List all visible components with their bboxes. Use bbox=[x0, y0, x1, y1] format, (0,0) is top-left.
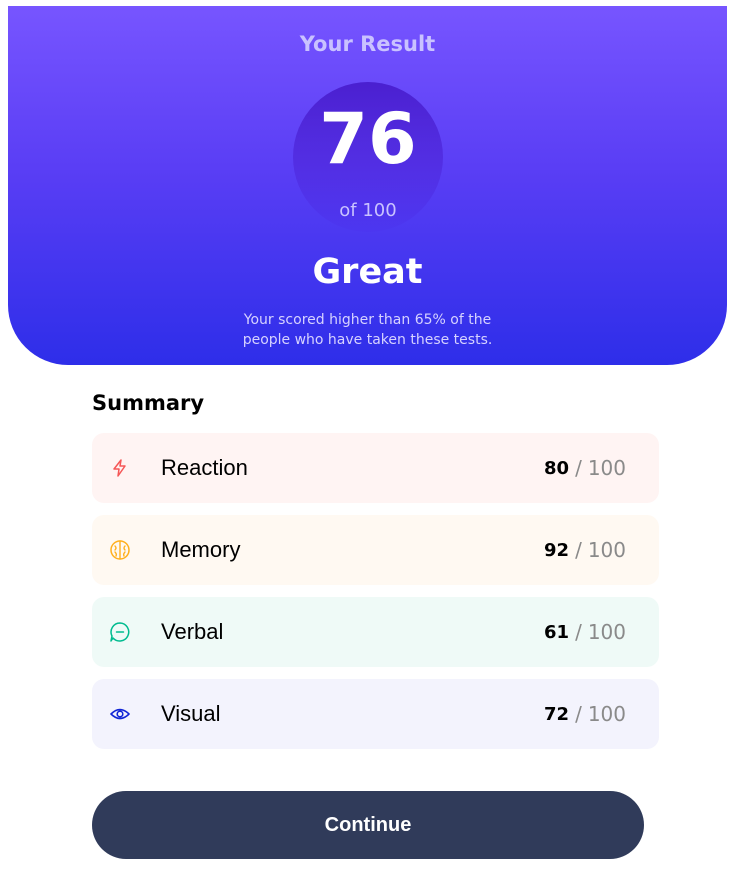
result-heading: Your Result bbox=[299, 32, 436, 56]
summary-item-memory: Memory 92 / 100 bbox=[92, 515, 659, 585]
rating-description: Your scored higher than 65% of the peopl… bbox=[242, 312, 493, 348]
summary-item-score: 80 bbox=[544, 457, 570, 479]
summary-item-reaction: Reaction 80 / 100 bbox=[92, 433, 659, 503]
summary-item-score-group: 72 / 100 bbox=[544, 679, 626, 749]
rating-title: Great bbox=[312, 252, 423, 292]
score-max-label: of 100 bbox=[339, 200, 397, 221]
brain-icon bbox=[108, 538, 132, 562]
summary-item-label: Memory bbox=[161, 537, 241, 562]
summary-section: Summary Reaction 80 / 100 Memory 92 / 10… bbox=[92, 388, 659, 761]
summary-item-score-group: 80 / 100 bbox=[544, 433, 626, 503]
summary-item-score: 72 bbox=[544, 703, 570, 725]
summary-item-max: 100 bbox=[587, 702, 626, 726]
score-separator: / bbox=[575, 620, 582, 644]
summary-item-visual: Visual 72 / 100 bbox=[92, 679, 659, 749]
score-circle: 76 of 100 bbox=[293, 82, 443, 232]
summary-item-label: Verbal bbox=[161, 619, 224, 644]
score-value: 76 bbox=[319, 98, 417, 180]
score-separator: / bbox=[575, 456, 582, 480]
summary-item-label: Visual bbox=[161, 701, 221, 726]
score-separator: / bbox=[575, 702, 582, 726]
result-panel: Your Result 76 of 100 Great Your scored … bbox=[8, 6, 727, 365]
eye-icon bbox=[108, 702, 132, 726]
score-separator: / bbox=[575, 538, 582, 562]
summary-item-max: 100 bbox=[587, 538, 626, 562]
lightning-icon bbox=[108, 456, 132, 480]
summary-item-verbal: Verbal 61 / 100 bbox=[92, 597, 659, 667]
summary-item-max: 100 bbox=[587, 456, 626, 480]
summary-item-score: 61 bbox=[544, 621, 570, 643]
continue-button[interactable]: Continue bbox=[92, 791, 644, 859]
summary-title: Summary bbox=[92, 391, 205, 415]
summary-item-score-group: 61 / 100 bbox=[544, 597, 626, 667]
summary-item-score: 92 bbox=[544, 539, 570, 561]
chat-bubble-icon bbox=[108, 620, 132, 644]
summary-item-label: Reaction bbox=[161, 455, 248, 480]
summary-item-score-group: 92 / 100 bbox=[544, 515, 626, 585]
summary-item-max: 100 bbox=[587, 620, 626, 644]
